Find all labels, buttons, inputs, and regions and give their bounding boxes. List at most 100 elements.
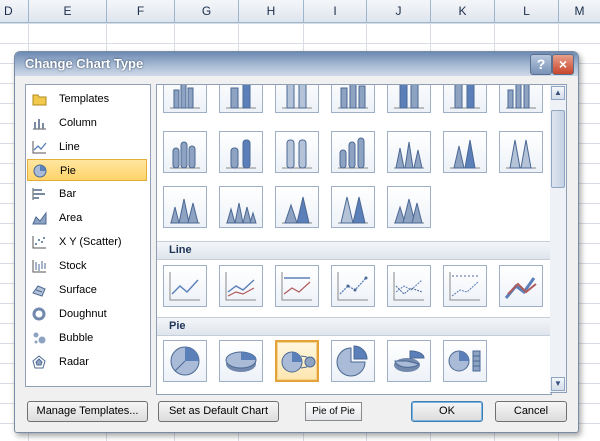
- subtype-stacked-line-markers[interactable]: [387, 265, 431, 307]
- line-markers-icon: [337, 272, 368, 301]
- column-chart-icon: [33, 119, 46, 130]
- help-button[interactable]: ?: [530, 54, 552, 75]
- subtype-clustered-cylinder[interactable]: [163, 131, 207, 173]
- exploded-3d-pie-icon: [394, 350, 425, 372]
- 3d-stacked-column-icon: [226, 85, 256, 109]
- cylinder-chart-icon: [226, 139, 256, 169]
- exploded-pie-icon: [336, 345, 368, 377]
- subtype-100-stacked-cone[interactable]: [499, 131, 543, 173]
- chart-type-bubble[interactable]: Bubble: [27, 327, 147, 349]
- subtype-3d-line[interactable]: [499, 265, 543, 307]
- ok-button[interactable]: OK: [411, 401, 483, 422]
- subtype-stacked-cylinder[interactable]: [219, 131, 263, 173]
- surface-chart-icon: [32, 285, 46, 297]
- subtype-3d-cylinder-stacked[interactable]: [387, 85, 431, 113]
- subtype-clustered-cone[interactable]: [387, 131, 431, 173]
- cone-chart-icon: [450, 139, 480, 169]
- chart-type-line[interactable]: Line: [27, 136, 147, 158]
- subtype-stacked-cone[interactable]: [443, 131, 487, 173]
- bar-of-pie-icon: [448, 350, 481, 372]
- section-header-line: Line: [157, 241, 551, 260]
- column-header-i[interactable]: I: [304, 0, 367, 22]
- chart-type-bar[interactable]: Bar: [27, 183, 147, 205]
- chart-type-column[interactable]: Column: [27, 112, 147, 134]
- section-header-pie: Pie: [157, 317, 551, 336]
- manage-templates-button[interactable]: Manage Templates...: [27, 401, 148, 422]
- cone-chart-icon: [170, 198, 200, 224]
- pyramid-chart-icon: [338, 196, 368, 224]
- scroll-thumb[interactable]: [551, 110, 565, 188]
- 3d-column-icon: [450, 85, 480, 109]
- column-header-h[interactable]: H: [239, 0, 304, 22]
- chart-type-surface[interactable]: Surface: [27, 279, 147, 301]
- subtype-line[interactable]: [163, 265, 207, 307]
- subtype-bar-of-pie[interactable]: [443, 340, 487, 382]
- pyramid-chart-icon: [226, 202, 257, 224]
- dialog-title: Change Chart Type: [25, 56, 144, 71]
- column-header-k[interactable]: K: [431, 0, 495, 22]
- column-header-d[interactable]: D: [0, 0, 29, 22]
- subtype-line-markers[interactable]: [331, 265, 375, 307]
- line-markers-icon: [393, 272, 424, 301]
- 3d-line-icon: [504, 277, 537, 299]
- bar-chart-icon: [32, 188, 45, 200]
- change-chart-type-dialog: Change Chart Type ? × Templates Column L…: [14, 51, 579, 433]
- subtype-3d-column[interactable]: [331, 85, 375, 113]
- subtype-stacked-line[interactable]: [219, 265, 263, 307]
- area-chart-icon: [32, 211, 47, 225]
- cancel-button[interactable]: Cancel: [495, 401, 567, 422]
- close-button[interactable]: ×: [552, 54, 574, 75]
- scroll-down-icon[interactable]: ▼: [551, 377, 565, 391]
- chart-type-pie[interactable]: Pie: [27, 159, 147, 181]
- subtype-3d-pyramid[interactable]: [387, 186, 431, 228]
- 3d-stacked-column-icon: [394, 85, 424, 109]
- subtype-3d-clustered-column[interactable]: [163, 85, 207, 113]
- subtype-3d-column-c[interactable]: [499, 85, 543, 113]
- subtype-3d-cone[interactable]: [163, 186, 207, 228]
- chart-type-label: Radar: [59, 356, 89, 368]
- subtype-3d-stacked-column[interactable]: [219, 85, 263, 113]
- subtype-100-stacked-line[interactable]: [275, 265, 319, 307]
- cylinder-chart-icon: [170, 141, 200, 169]
- column-header-j[interactable]: J: [367, 0, 431, 22]
- subtype-3d-column-b[interactable]: [443, 85, 487, 113]
- set-as-default-chart-button[interactable]: Set as Default Chart: [158, 401, 279, 422]
- subtype-3d-100-stacked-column[interactable]: [275, 85, 319, 113]
- column-header-l[interactable]: L: [495, 0, 559, 22]
- subtype-100-stacked-cylinder[interactable]: [275, 131, 319, 173]
- tooltip-pie-of-pie: Pie of Pie: [305, 402, 362, 421]
- line-chart-icon: [32, 141, 47, 154]
- line-chart-icon: [281, 272, 312, 301]
- subtype-exploded-3d-pie[interactable]: [387, 340, 431, 382]
- pyramid-chart-icon: [394, 198, 424, 224]
- subtype-pie[interactable]: [163, 340, 207, 382]
- bubble-chart-icon: [33, 332, 46, 344]
- chart-type-area[interactable]: Area: [27, 207, 147, 229]
- chart-type-radar[interactable]: Radar: [27, 351, 147, 373]
- line-chart-icon: [169, 272, 200, 301]
- subtype-3d-cylinder[interactable]: [331, 131, 375, 173]
- column-header-e[interactable]: E: [29, 0, 107, 22]
- subtype-clustered-pyramid[interactable]: [219, 186, 263, 228]
- chart-type-scatter[interactable]: X Y (Scatter): [27, 231, 147, 253]
- gallery-scrollbar[interactable]: ▲ ▼: [550, 84, 567, 393]
- chart-type-stock[interactable]: Stock: [27, 255, 147, 277]
- column-header-m[interactable]: M: [559, 0, 600, 22]
- chart-type-label: Pie: [60, 165, 76, 177]
- subtype-pie-of-pie[interactable]: [275, 340, 319, 382]
- subtype-stacked-pyramid[interactable]: [275, 186, 319, 228]
- subtype-exploded-pie[interactable]: [331, 340, 375, 382]
- column-header-g[interactable]: G: [175, 0, 239, 22]
- chart-type-doughnut[interactable]: Doughnut: [27, 303, 147, 325]
- radar-chart-icon: [32, 355, 46, 369]
- dialog-title-bar[interactable]: Change Chart Type ? ×: [15, 52, 578, 76]
- chart-subtype-gallery: Line Pie: [156, 84, 552, 395]
- cylinder-chart-icon: [338, 137, 368, 169]
- chart-type-templates[interactable]: Templates: [27, 88, 147, 110]
- subtype-100-stacked-pyramid[interactable]: [331, 186, 375, 228]
- column-header-f[interactable]: F: [107, 0, 175, 22]
- cylinder-chart-icon: [282, 139, 312, 169]
- subtype-100-stacked-line-markers[interactable]: [443, 265, 487, 307]
- subtype-3d-pie[interactable]: [219, 340, 263, 382]
- scroll-up-icon[interactable]: ▲: [551, 86, 565, 100]
